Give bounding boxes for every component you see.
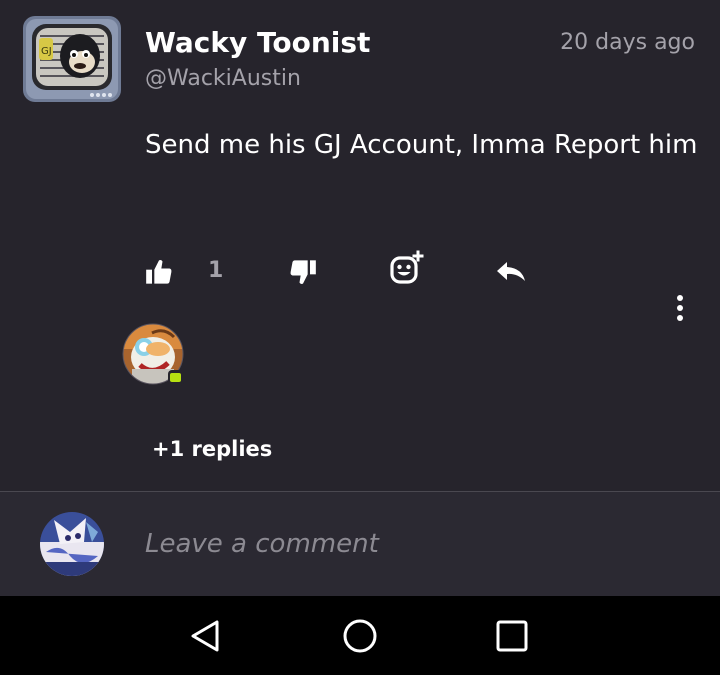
- square-recents-icon: [492, 620, 532, 660]
- add-reaction-icon: [388, 249, 426, 287]
- comment-text: Send me his GJ Account, Imma Report him: [145, 130, 698, 160]
- like-button[interactable]: [145, 255, 173, 289]
- circle-home-icon: [340, 619, 380, 660]
- thumbs-up-icon: [145, 258, 173, 286]
- author-name[interactable]: Wacky Toonist: [145, 26, 370, 59]
- comment-composer: [0, 492, 720, 596]
- svg-text:GJ: GJ: [41, 46, 52, 57]
- like-count: 1: [208, 258, 224, 283]
- add-reaction-button[interactable]: [388, 249, 426, 287]
- comment-card: GJ Wacky Toonist @WackiAustin 20 days ag…: [0, 0, 720, 491]
- android-navigation-bar: [0, 596, 720, 675]
- author-avatar[interactable]: GJ: [20, 12, 124, 106]
- author-handle[interactable]: @WackiAustin: [145, 66, 301, 91]
- vertical-dots-icon: [668, 295, 692, 330]
- user-avatar[interactable]: [40, 512, 104, 576]
- dislike-button[interactable]: [289, 255, 317, 289]
- chat-badge-icon: [168, 370, 184, 386]
- nav-home-button[interactable]: [340, 616, 380, 656]
- view-replies-link[interactable]: +1 replies: [152, 437, 272, 461]
- more-options-button[interactable]: [668, 292, 692, 326]
- reply-button[interactable]: [495, 255, 527, 289]
- comment-input[interactable]: [145, 520, 685, 568]
- thumbs-down-icon: [289, 258, 317, 286]
- triangle-back-icon: [186, 620, 226, 660]
- nav-back-button[interactable]: [186, 616, 226, 656]
- timestamp: 20 days ago: [560, 30, 695, 55]
- reply-arrow-icon: [495, 258, 527, 286]
- nav-recents-button[interactable]: [492, 616, 532, 656]
